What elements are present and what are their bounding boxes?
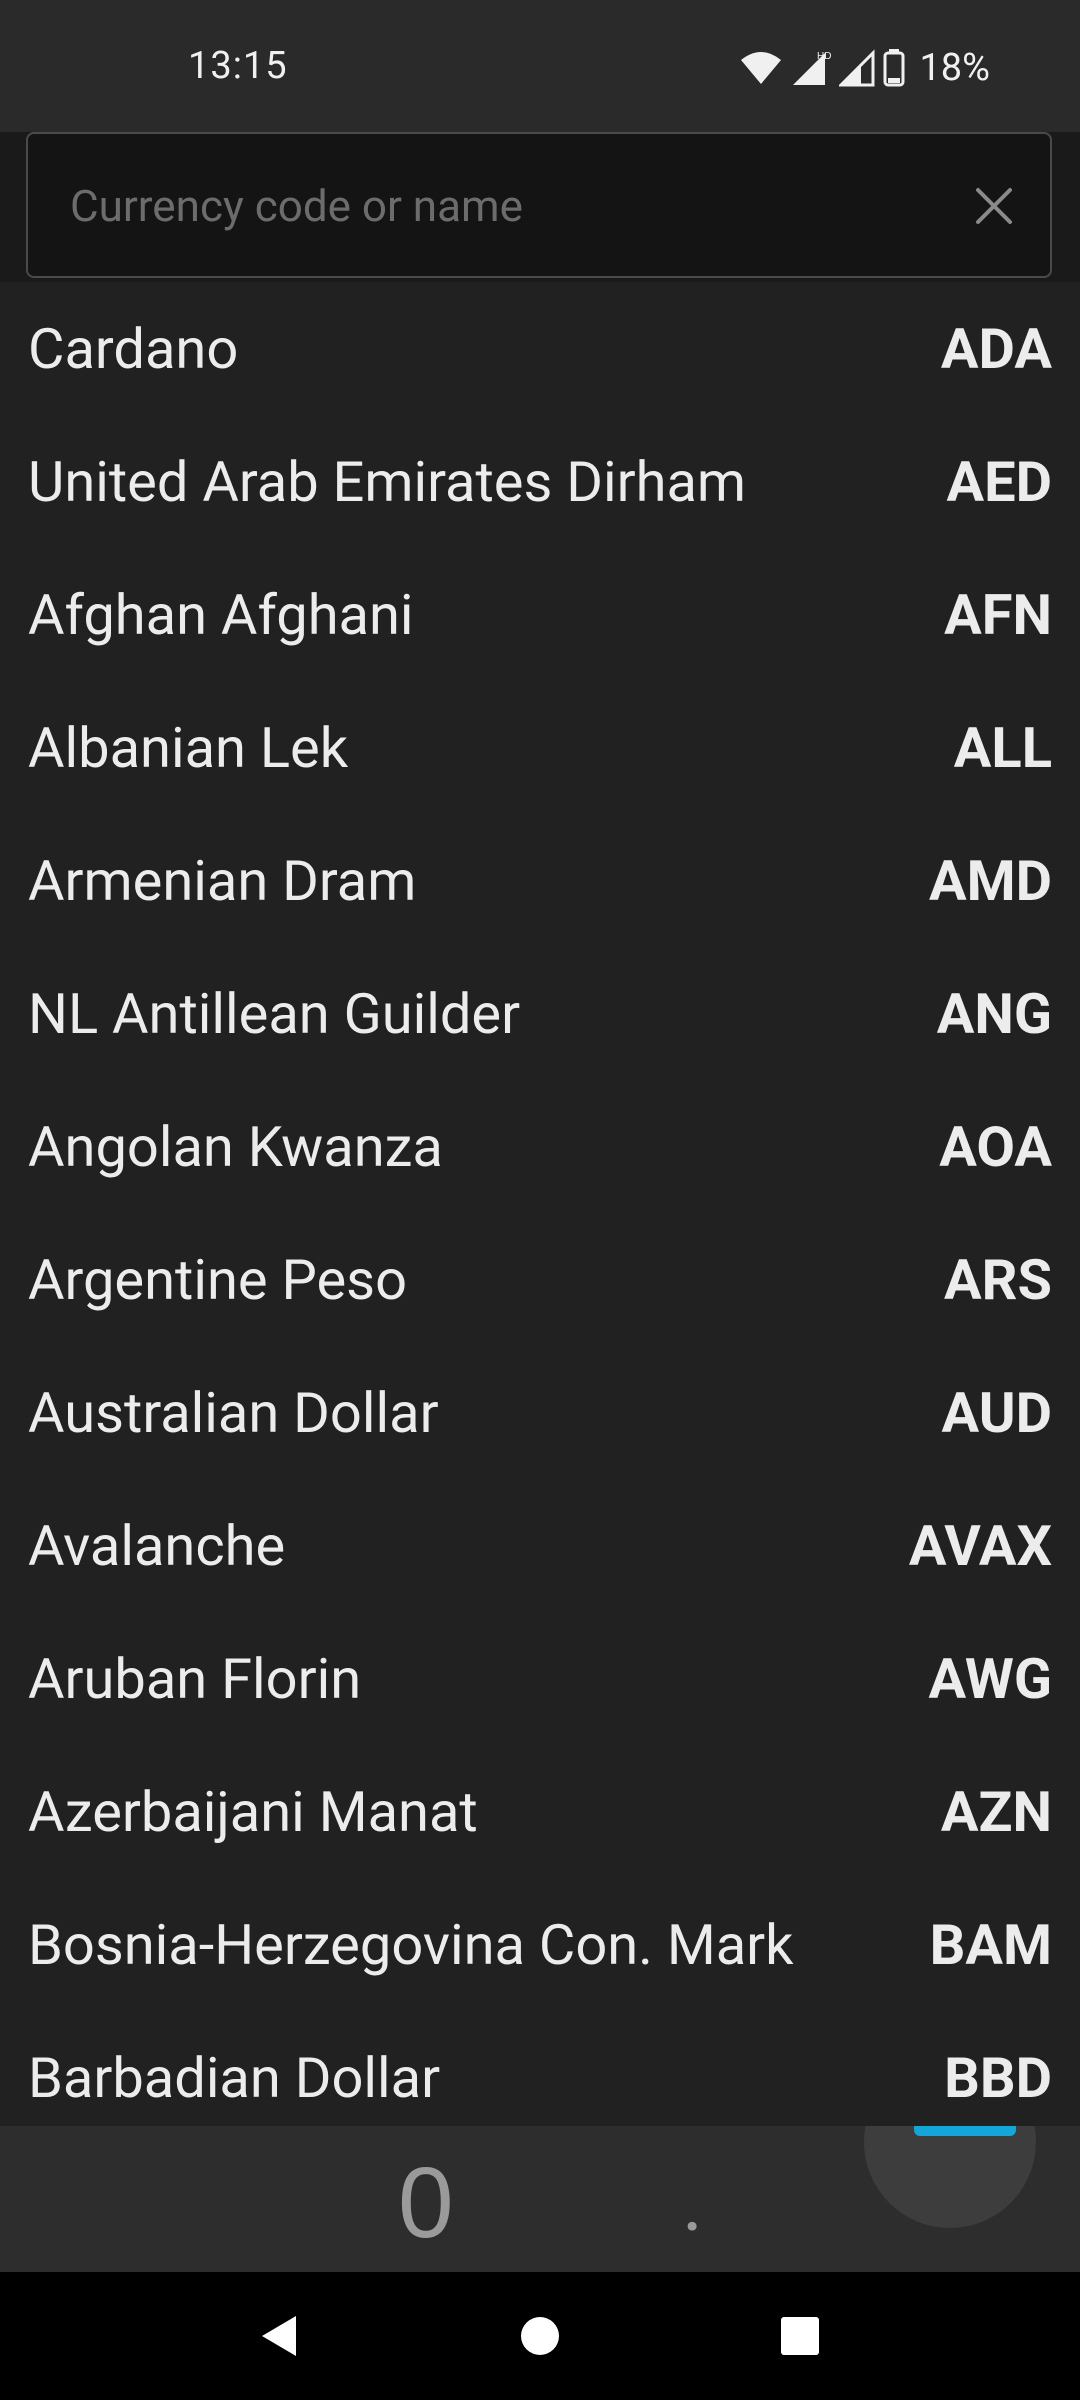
battery-percent: 18% (919, 46, 990, 90)
clear-search-button[interactable] (972, 184, 1016, 228)
currency-code: AUD (941, 1379, 1052, 1446)
currency-name: Aruban Florin (28, 1645, 362, 1712)
currency-code: ARS (944, 1246, 1052, 1313)
currency-name: Azerbaijani Manat (28, 1778, 478, 1845)
home-button[interactable] (516, 2312, 564, 2360)
currency-list-item[interactable]: Avalanche AVAX (0, 1479, 1080, 1612)
currency-code: BBD (944, 2044, 1052, 2111)
currency-code: AVAX (908, 1512, 1052, 1579)
status-bar: 13:15 HD 18% (0, 0, 1080, 132)
currency-name: Albanian Lek (28, 714, 349, 781)
svg-text:HD: HD (817, 51, 831, 62)
status-icons: HD 18% (739, 44, 990, 92)
home-icon (521, 2317, 559, 2355)
currency-list-item[interactable]: Azerbaijani Manat AZN (0, 1745, 1080, 1878)
currency-list-item[interactable]: Argentine Peso ARS (0, 1213, 1080, 1346)
currency-code: BAM (929, 1911, 1052, 1978)
currency-list-item[interactable]: Armenian Dram AMD (0, 814, 1080, 947)
currency-name: Australian Dollar (28, 1379, 439, 1446)
search-box (26, 132, 1052, 278)
currency-list-item[interactable]: Angolan Kwanza AOA (0, 1080, 1080, 1213)
currency-name: United Arab Emirates Dirham (28, 448, 747, 515)
battery-icon (883, 49, 905, 87)
currency-list: Cardano ADA United Arab Emirates Dirham AED… (0, 282, 1080, 2126)
search-area (0, 132, 1080, 282)
signal-icon (839, 49, 875, 87)
navigation-bar (0, 2272, 1080, 2400)
currency-name: Barbadian Dollar (28, 2044, 441, 2111)
currency-list-item[interactable]: Albanian Lek ALL (0, 681, 1080, 814)
keypad: 0 . (0, 2126, 1080, 2272)
currency-code: AOA (939, 1113, 1052, 1180)
currency-code: AMD (928, 847, 1052, 914)
currency-code: ANG (936, 980, 1052, 1047)
currency-code: AED (946, 448, 1052, 515)
status-time: 13:15 (188, 44, 288, 88)
currency-name: Avalanche (28, 1512, 286, 1579)
signal-icon: HD (793, 51, 831, 85)
currency-name: Bosnia-Herzegovina Con. Mark (28, 1911, 794, 1978)
key-zero[interactable]: 0 (398, 2146, 454, 2261)
action-button-accent (914, 2126, 1016, 2136)
currency-list-item[interactable]: Barbadian Dollar BBD (0, 2011, 1080, 2126)
currency-name: Argentine Peso (28, 1246, 408, 1313)
currency-code: AWG (928, 1645, 1052, 1712)
back-icon (262, 2316, 296, 2356)
currency-code: AZN (940, 1778, 1052, 1845)
currency-name: Cardano (28, 315, 239, 382)
back-button[interactable] (256, 2312, 304, 2360)
currency-name: Afghan Afghani (28, 581, 414, 648)
close-icon (976, 188, 1012, 224)
currency-code: ADA (940, 315, 1052, 382)
currency-list-item[interactable]: Bosnia-Herzegovina Con. Mark BAM (0, 1878, 1080, 2011)
key-decimal-point[interactable]: . (682, 2156, 703, 2250)
recents-icon (781, 2317, 819, 2355)
action-button[interactable] (864, 2126, 1036, 2228)
currency-name: NL Antillean Guilder (28, 980, 521, 1047)
search-input[interactable] (68, 170, 952, 242)
currency-list-item[interactable]: Australian Dollar AUD (0, 1346, 1080, 1479)
currency-list-item[interactable]: NL Antillean Guilder ANG (0, 947, 1080, 1080)
currency-code: AFN (944, 581, 1052, 648)
currency-list-item[interactable]: United Arab Emirates Dirham AED (0, 415, 1080, 548)
currency-list-item[interactable]: Afghan Afghani AFN (0, 548, 1080, 681)
currency-name: Armenian Dram (28, 847, 417, 914)
currency-code: ALL (953, 714, 1052, 781)
recents-button[interactable] (776, 2312, 824, 2360)
currency-list-item[interactable]: Cardano ADA (0, 282, 1080, 415)
currency-list-item[interactable]: Aruban Florin AWG (0, 1612, 1080, 1745)
currency-name: Angolan Kwanza (28, 1113, 443, 1180)
wifi-icon (741, 52, 782, 84)
